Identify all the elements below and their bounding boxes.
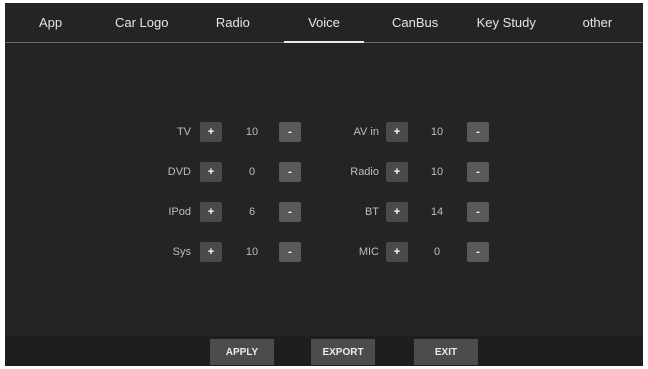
mic-volume-value: 0 bbox=[433, 246, 441, 258]
ipod-increase-button[interactable]: + bbox=[200, 202, 222, 222]
radio-decrease-button[interactable]: - bbox=[467, 162, 489, 182]
tab-bar: App Car Logo Radio Voice CanBus Key Stud… bbox=[5, 3, 643, 43]
ipod-volume-value: 6 bbox=[248, 206, 256, 218]
dvd-volume-value: 0 bbox=[248, 166, 256, 178]
tab-app[interactable]: App bbox=[5, 3, 96, 42]
dvd-increase-button[interactable]: + bbox=[200, 162, 222, 182]
dvd-decrease-button[interactable]: - bbox=[279, 162, 301, 182]
volume-label-mic: MIC bbox=[358, 246, 379, 258]
av-in-decrease-button[interactable]: - bbox=[467, 122, 489, 142]
exit-button[interactable]: EXIT bbox=[414, 339, 478, 365]
voice-settings-screen: App Car Logo Radio Voice CanBus Key Stud… bbox=[5, 3, 643, 366]
volume-label-bt: BT bbox=[364, 206, 379, 218]
bt-increase-button[interactable]: + bbox=[386, 202, 408, 222]
tab-other[interactable]: other bbox=[552, 3, 643, 42]
sys-volume-value: 10 bbox=[245, 246, 259, 258]
volume-label-ipod: IPod bbox=[168, 206, 191, 218]
tv-increase-button[interactable]: + bbox=[200, 122, 222, 142]
volume-label-dvd: DVD bbox=[167, 166, 191, 178]
sys-increase-button[interactable]: + bbox=[200, 242, 222, 262]
tab-canbus[interactable]: CanBus bbox=[370, 3, 461, 42]
volume-label-radio: Radio bbox=[350, 166, 379, 178]
mic-increase-button[interactable]: + bbox=[386, 242, 408, 262]
bt-decrease-button[interactable]: - bbox=[467, 202, 489, 222]
av-in-volume-value: 10 bbox=[430, 126, 444, 138]
tv-decrease-button[interactable]: - bbox=[279, 122, 301, 142]
apply-button[interactable]: APPLY bbox=[210, 339, 274, 365]
export-button[interactable]: EXPORT bbox=[311, 339, 375, 365]
volume-label-av-in: AV in bbox=[353, 126, 379, 138]
ipod-decrease-button[interactable]: - bbox=[279, 202, 301, 222]
av-in-increase-button[interactable]: + bbox=[386, 122, 408, 142]
action-bar: APPLY EXPORT EXIT bbox=[5, 336, 643, 366]
mic-decrease-button[interactable]: - bbox=[467, 242, 489, 262]
radio-increase-button[interactable]: + bbox=[386, 162, 408, 182]
sys-decrease-button[interactable]: - bbox=[279, 242, 301, 262]
bt-volume-value: 14 bbox=[430, 206, 444, 218]
volume-label-tv: TV bbox=[176, 126, 191, 138]
radio-volume-value: 10 bbox=[430, 166, 444, 178]
volume-label-sys: Sys bbox=[172, 246, 191, 258]
tv-volume-value: 10 bbox=[245, 126, 259, 138]
tab-voice[interactable]: Voice bbox=[278, 3, 369, 43]
tab-car-logo[interactable]: Car Logo bbox=[96, 3, 187, 42]
tab-key-study[interactable]: Key Study bbox=[461, 3, 552, 42]
tab-radio[interactable]: Radio bbox=[187, 3, 278, 42]
